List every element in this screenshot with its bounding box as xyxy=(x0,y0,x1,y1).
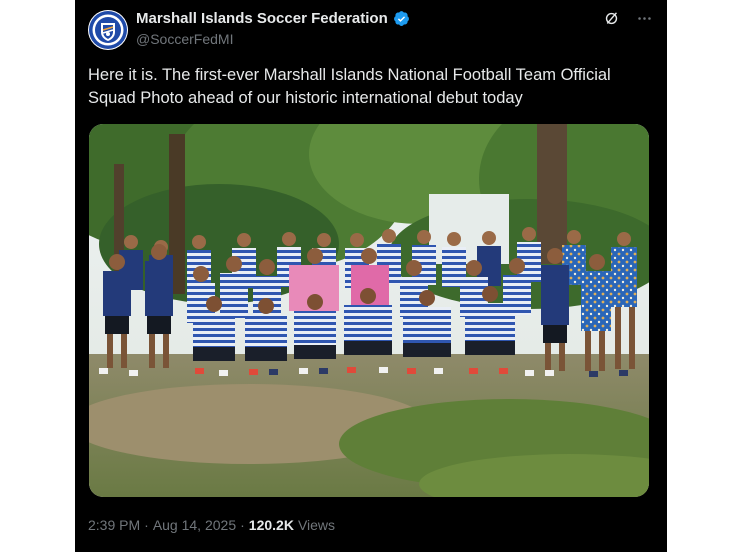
author-display-name[interactable]: Marshall Islands Soccer Federation xyxy=(136,10,388,27)
squad-photo-image xyxy=(89,124,649,497)
meta-separator-2: · xyxy=(240,517,245,533)
views-count: 120.2K xyxy=(248,517,294,533)
author-name-row: Marshall Islands Soccer Federation xyxy=(136,10,410,27)
verified-badge-icon xyxy=(393,10,410,27)
tweet-card: Marshall Islands Soccer Federation @Socc… xyxy=(75,0,667,552)
meta-separator: · xyxy=(144,517,149,533)
grok-icon[interactable] xyxy=(603,10,620,27)
squad-photo[interactable] xyxy=(89,124,649,497)
tweet-text: Here it is. The first-ever Marshall Isla… xyxy=(88,66,611,107)
tweet-date[interactable]: Aug 14, 2025 xyxy=(153,517,236,533)
tweet-time[interactable]: 2:39 PM xyxy=(88,517,140,533)
tweet-meta: 2:39 PM · Aug 14, 2025 · 120.2K Views xyxy=(88,517,335,533)
author-handle[interactable]: @SoccerFedMI xyxy=(136,31,233,47)
views-label: Views xyxy=(297,517,336,533)
avatar[interactable] xyxy=(88,10,128,50)
more-icon[interactable] xyxy=(636,10,653,27)
federation-logo-icon xyxy=(89,11,127,49)
tweet-actions-top xyxy=(603,10,653,27)
